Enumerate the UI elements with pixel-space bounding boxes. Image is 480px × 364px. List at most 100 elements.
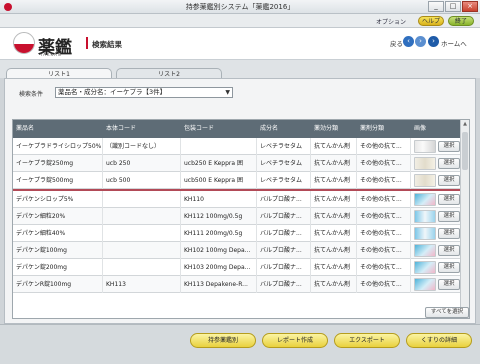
- export-button[interactable]: エクスポート: [334, 333, 400, 348]
- list-tabs: リスト1 リスト2: [0, 60, 480, 79]
- row-select-button[interactable]: 選択: [438, 228, 460, 239]
- table-row[interactable]: デパケン錠200mg KH103 200mg Depa... バルプロ酸ナ... 抗て…: [13, 259, 461, 276]
- cell-body-code: KH113: [103, 276, 181, 293]
- row-select-button[interactable]: 選択: [438, 279, 460, 290]
- option-link[interactable]: オプション: [376, 17, 406, 26]
- minimize-button[interactable]: _: [428, 1, 444, 12]
- cell-efficacy: 抗てんかん剤: [311, 276, 357, 293]
- drug-image-thumbnail[interactable]: [414, 140, 436, 153]
- table-row[interactable]: デパケン細粒40% KH111 200mg/0.5g バルプロ酸ナ... 抗てんかん剤…: [13, 225, 461, 242]
- cell-package-code: KH111 200mg/0.5g: [181, 225, 257, 242]
- identify-button[interactable]: 持参薬鑑別: [190, 333, 256, 348]
- page-header: 薬鑑 YAKKAN 検索結果 戻る ‹ › › ホームへ: [0, 28, 480, 60]
- cell-efficacy: 抗てんかん剤: [311, 191, 357, 208]
- drug-image-thumbnail[interactable]: [414, 174, 436, 187]
- scroll-up-icon[interactable]: ▲: [461, 120, 469, 128]
- cell-package-code: KH112 100mg/0.5g: [181, 208, 257, 225]
- table-row[interactable]: デパケン錠100mg KH102 100mg Depa... バルプロ酸ナ... 抗て…: [13, 242, 461, 259]
- cell-efficacy: 抗てんかん剤: [311, 155, 357, 172]
- cell-name: デパケン錠200mg: [13, 259, 103, 276]
- column-header-name[interactable]: 薬品名: [13, 120, 103, 138]
- select-all-button[interactable]: すべてを選択: [425, 307, 469, 318]
- app-icon: [4, 3, 12, 11]
- table-scrollbar[interactable]: ▲ ▼: [460, 120, 469, 318]
- cell-efficacy: 抗てんかん剤: [311, 242, 357, 259]
- scroll-thumb[interactable]: [462, 132, 468, 170]
- action-bar: 持参薬鑑別 レポート作成 エクスポート くすりの詳細: [0, 324, 480, 364]
- back-label[interactable]: 戻る: [390, 38, 403, 48]
- column-header-package-code[interactable]: 包装コード: [181, 120, 257, 138]
- results-table: 薬品名 本体コード 包装コード 成分名 薬効分類 薬剤分類 画像 イーケプラドラ…: [12, 119, 470, 319]
- cell-body-code: [103, 242, 181, 259]
- cell-efficacy: 抗てんかん剤: [311, 208, 357, 225]
- back-arrow-icon[interactable]: ‹: [403, 36, 414, 47]
- report-button[interactable]: レポート作成: [262, 333, 328, 348]
- column-header-body-code[interactable]: 本体コード: [103, 120, 181, 138]
- window-title: 持参薬鑑別システム「薬鑑2016」: [185, 3, 295, 11]
- cell-ingredient: バルプロ酸ナ...: [257, 208, 311, 225]
- home-arrow-icon[interactable]: ›: [428, 36, 439, 47]
- table-row[interactable]: イーケプラドライシロップ50% （識別コードなし） レベチラセタム 抗てんかん剤 その他…: [13, 138, 461, 155]
- cell-efficacy: 抗てんかん剤: [311, 172, 357, 189]
- logo-subtext: YAKKAN: [40, 52, 62, 57]
- cell-efficacy: 抗てんかん剤: [311, 138, 357, 155]
- table-row[interactable]: イーケプラ錠500mg ucb 500 ucb500 E Keppra 囲レベチラセ…: [13, 172, 461, 189]
- search-condition-value: 薬品名・成分名：イーケプラ【3件】: [58, 88, 167, 96]
- cell-efficacy: 抗てんかん剤: [311, 225, 357, 242]
- table-row[interactable]: デパケンシロップ5% KH110 バルプロ酸ナ... 抗てんかん剤 その他の抗て... 選…: [13, 191, 461, 208]
- window-controls: _ □ ×: [428, 1, 478, 12]
- help-button[interactable]: ヘルプ: [418, 16, 444, 26]
- cell-category: その他の抗て...: [357, 208, 411, 225]
- cell-name: デパケン錠100mg: [13, 242, 103, 259]
- cell-ingredient: バルプロ酸ナ...: [257, 242, 311, 259]
- drug-image-thumbnail[interactable]: [414, 227, 436, 240]
- cell-package-code: KH102 100mg Depa...: [181, 242, 257, 259]
- cell-package-code: ucb500 E Keppra 囲: [181, 172, 257, 189]
- column-header-category[interactable]: 薬剤分類: [357, 120, 411, 138]
- cell-package-code: KH103 200mg Depa...: [181, 259, 257, 276]
- search-condition-select[interactable]: 薬品名・成分名：イーケプラ【3件】 ▼: [55, 87, 233, 98]
- cell-ingredient: バルプロ酸ナ...: [257, 276, 311, 293]
- row-select-button[interactable]: 選択: [438, 194, 460, 205]
- row-select-button[interactable]: 選択: [438, 141, 460, 152]
- detail-button[interactable]: くすりの詳細: [406, 333, 472, 348]
- cell-body-code: [103, 225, 181, 242]
- cell-category: その他の抗て...: [357, 259, 411, 276]
- cell-ingredient: バルプロ酸ナ...: [257, 259, 311, 276]
- cell-category: その他の抗て...: [357, 191, 411, 208]
- close-button[interactable]: ×: [462, 1, 478, 12]
- column-header-efficacy[interactable]: 薬効分類: [311, 120, 357, 138]
- drug-image-thumbnail[interactable]: [414, 157, 436, 170]
- cell-ingredient: レベチラセタム: [257, 155, 311, 172]
- cell-name: デパケン細粒20%: [13, 208, 103, 225]
- table-body: イーケプラドライシロップ50% （識別コードなし） レベチラセタム 抗てんかん剤 その他…: [13, 138, 461, 293]
- drug-image-thumbnail[interactable]: [414, 193, 436, 206]
- row-select-button[interactable]: 選択: [438, 175, 460, 186]
- row-select-button[interactable]: 選択: [438, 262, 460, 273]
- cell-name: デパケンR錠100mg: [13, 276, 103, 293]
- drug-image-thumbnail[interactable]: [414, 244, 436, 257]
- maximize-button[interactable]: □: [445, 1, 461, 12]
- drug-image-thumbnail[interactable]: [414, 210, 436, 223]
- table-row[interactable]: デパケンR錠100mg KH113 KH113 Depakene-R... バルプロ酸…: [13, 276, 461, 293]
- drug-image-thumbnail[interactable]: [414, 261, 436, 274]
- exit-button[interactable]: 終了: [448, 16, 474, 26]
- drug-image-thumbnail[interactable]: [414, 278, 436, 291]
- cell-package-code: KH113 Depakene-R...: [181, 276, 257, 293]
- row-select-button[interactable]: 選択: [438, 158, 460, 169]
- row-select-button[interactable]: 選択: [438, 245, 460, 256]
- table-row[interactable]: イーケプラ錠250mg ucb 250 ucb250 E Keppra 囲レベチラセ…: [13, 155, 461, 172]
- app-toolbar: オプション ヘルプ 終了: [0, 14, 480, 28]
- forward-arrow-icon[interactable]: ›: [415, 36, 426, 47]
- window-titlebar: 持参薬鑑別システム「薬鑑2016」 _ □ ×: [0, 0, 480, 14]
- table-row[interactable]: デパケン細粒20% KH112 100mg/0.5g バルプロ酸ナ... 抗てんかん剤…: [13, 208, 461, 225]
- column-header-ingredient[interactable]: 成分名: [257, 120, 311, 138]
- cell-body-code: [103, 191, 181, 208]
- row-select-button[interactable]: 選択: [438, 211, 460, 222]
- cell-ingredient: バルプロ酸ナ...: [257, 191, 311, 208]
- results-panel: 検索条件 薬品名・成分名：イーケプラ【3件】 ▼ 薬品名 本体コード 包装コード…: [4, 78, 476, 324]
- home-link[interactable]: ホームへ: [441, 38, 467, 48]
- cell-name: デパケン細粒40%: [13, 225, 103, 242]
- cell-name: イーケプラ錠500mg: [13, 172, 103, 189]
- cell-category: その他の抗て...: [357, 155, 411, 172]
